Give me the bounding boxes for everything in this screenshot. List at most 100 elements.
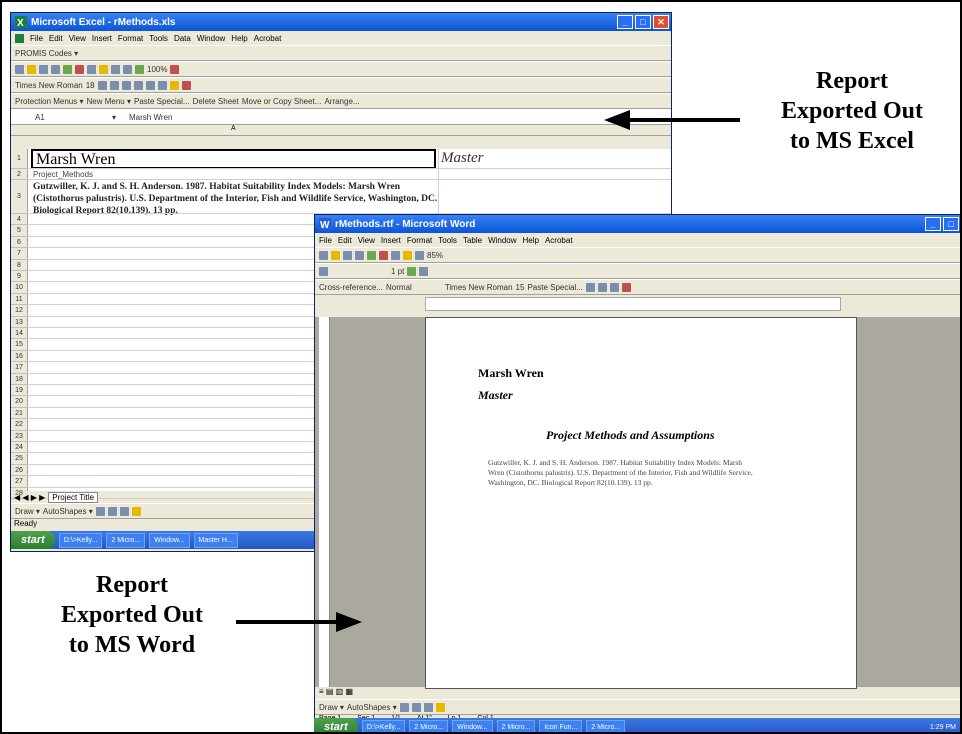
new-icon[interactable] bbox=[15, 64, 24, 74]
align-left-icon[interactable] bbox=[133, 80, 143, 90]
zoom-select[interactable]: 100% bbox=[147, 65, 167, 74]
undo-icon[interactable] bbox=[111, 64, 120, 74]
paste-special-button[interactable]: Paste Special... bbox=[527, 283, 583, 292]
taskbar-item[interactable]: Icon Fun... bbox=[539, 719, 583, 732]
row-header[interactable]: 12 bbox=[11, 305, 27, 317]
tab-scroll-icon[interactable]: ◀ ◀ ▶ ▶ bbox=[14, 493, 45, 502]
sheet-tab-project-title[interactable]: Project Title bbox=[48, 491, 99, 503]
cut-icon[interactable] bbox=[75, 64, 84, 74]
word-title-bar[interactable]: W rMethods.rtf - Microsoft Word _ □ bbox=[315, 215, 960, 233]
menu-edit[interactable]: Edit bbox=[49, 34, 63, 43]
menu-file[interactable]: File bbox=[319, 236, 332, 245]
taskbar-item[interactable]: 2 Micro... bbox=[496, 719, 536, 732]
row-header[interactable]: 27 bbox=[11, 476, 27, 488]
line-icon[interactable] bbox=[399, 702, 409, 712]
fill-icon[interactable] bbox=[131, 506, 141, 516]
line-weight-select[interactable]: 1 pt bbox=[391, 267, 404, 276]
doc-title[interactable]: Marsh Wren bbox=[478, 366, 544, 381]
menu-help[interactable]: Help bbox=[523, 236, 539, 245]
menu-data[interactable]: Data bbox=[174, 34, 191, 43]
menu-acrobat[interactable]: Acrobat bbox=[545, 236, 573, 245]
row-header[interactable]: 4 bbox=[11, 214, 27, 226]
row-header[interactable]: 19 bbox=[11, 385, 27, 397]
row-header[interactable]: 21 bbox=[11, 408, 27, 420]
open-icon[interactable] bbox=[331, 250, 340, 260]
arrow-icon[interactable] bbox=[107, 506, 117, 516]
row-header[interactable]: 1 bbox=[11, 149, 27, 169]
row-header[interactable]: 23 bbox=[11, 431, 27, 442]
formula-input[interactable]: Marsh Wren bbox=[129, 113, 172, 122]
excel-doc-icon[interactable] bbox=[15, 33, 24, 43]
row-header[interactable]: 25 bbox=[11, 453, 27, 465]
menu-view[interactable]: View bbox=[69, 34, 86, 43]
row-header[interactable]: 17 bbox=[11, 362, 27, 374]
border-icon[interactable] bbox=[419, 266, 429, 276]
row-header[interactable]: 11 bbox=[11, 294, 27, 306]
copy-icon[interactable] bbox=[391, 250, 400, 260]
taskbar-item[interactable]: Master H... bbox=[193, 532, 238, 548]
taskbar-item[interactable]: D:\>Kelly... bbox=[361, 719, 406, 732]
menu-insert[interactable]: Insert bbox=[92, 34, 112, 43]
horizontal-ruler[interactable] bbox=[425, 297, 841, 311]
autoshapes-menu[interactable]: AutoShapes ▾ bbox=[43, 507, 93, 516]
delete-sheet-button[interactable]: Delete Sheet bbox=[193, 97, 239, 106]
doc-heading[interactable]: Project Methods and Assumptions bbox=[546, 428, 715, 443]
taskbar-item[interactable]: 2 Micro... bbox=[106, 532, 146, 548]
font-size-select[interactable]: 18 bbox=[86, 81, 95, 90]
maximize-button[interactable]: □ bbox=[943, 217, 959, 231]
doc-citation[interactable]: Gutzwiller, K. J. and S. H. Anderson. 19… bbox=[488, 458, 758, 488]
fill-color-icon[interactable] bbox=[169, 80, 179, 90]
menu-format[interactable]: Format bbox=[118, 34, 143, 43]
minimize-button[interactable]: _ bbox=[925, 217, 941, 231]
row-header[interactable]: 20 bbox=[11, 396, 27, 408]
view-buttons[interactable]: ≡ ▤ ▥ ▦ bbox=[319, 687, 353, 696]
table-icon[interactable] bbox=[415, 250, 424, 260]
zoom-select[interactable]: 85% bbox=[427, 251, 443, 260]
paste-icon[interactable] bbox=[403, 250, 412, 260]
fill-icon[interactable] bbox=[435, 702, 445, 712]
row-header[interactable]: 26 bbox=[11, 465, 27, 477]
font-color-icon[interactable] bbox=[181, 80, 191, 90]
paste-special-button[interactable]: Paste Special... bbox=[134, 97, 190, 106]
rectangle-icon[interactable] bbox=[119, 506, 129, 516]
new-menu[interactable]: New Menu ▾ bbox=[87, 97, 131, 106]
new-icon[interactable] bbox=[319, 250, 328, 260]
font-name-select[interactable]: Times New Roman bbox=[445, 283, 513, 292]
formula-fx-icon[interactable]: ▾ bbox=[112, 113, 116, 122]
move-copy-sheet-button[interactable]: Move or Copy Sheet... bbox=[242, 97, 322, 106]
cell-b1[interactable]: Master bbox=[441, 150, 484, 167]
font-size-select[interactable]: 15 bbox=[516, 283, 525, 292]
row-header[interactable]: 24 bbox=[11, 442, 27, 454]
line-icon[interactable] bbox=[95, 506, 105, 516]
row-header[interactable]: 8 bbox=[11, 260, 27, 271]
row-header[interactable]: 22 bbox=[11, 419, 27, 431]
row-header[interactable]: 9 bbox=[11, 271, 27, 283]
style-select[interactable]: Normal bbox=[386, 283, 412, 292]
cell-a2[interactable]: Project_Methods bbox=[33, 170, 93, 179]
menu-file[interactable]: File bbox=[30, 34, 43, 43]
cell-a1[interactable]: Marsh Wren bbox=[31, 149, 436, 169]
spellcheck-icon[interactable] bbox=[63, 64, 72, 74]
cross-reference-button[interactable]: Cross-reference... bbox=[319, 283, 383, 292]
chart-wizard-icon[interactable] bbox=[135, 64, 144, 74]
row-header[interactable]: 16 bbox=[11, 351, 27, 363]
merge-center-icon[interactable] bbox=[157, 80, 167, 90]
autoshapes-menu[interactable]: AutoShapes ▾ bbox=[347, 703, 397, 712]
align-center-icon[interactable] bbox=[145, 80, 155, 90]
menu-view[interactable]: View bbox=[358, 236, 375, 245]
cut-icon[interactable] bbox=[379, 250, 388, 260]
name-box[interactable]: A1 bbox=[15, 113, 85, 122]
font-name-select[interactable]: Times New Roman bbox=[15, 81, 83, 90]
taskbar-item[interactable]: D:\>Kelly... bbox=[58, 532, 103, 548]
copy-icon[interactable] bbox=[87, 64, 96, 74]
promis-codes-menu[interactable]: PROMIS Codes ▾ bbox=[15, 49, 78, 58]
draw-menu[interactable]: Draw ▾ bbox=[319, 703, 344, 712]
menu-format[interactable]: Format bbox=[407, 236, 432, 245]
save-icon[interactable] bbox=[39, 64, 48, 74]
menu-tools[interactable]: Tools bbox=[149, 34, 168, 43]
menu-table[interactable]: Table bbox=[463, 236, 482, 245]
taskbar-item[interactable]: Window... bbox=[452, 719, 493, 732]
line-style-icon[interactable] bbox=[319, 266, 328, 276]
menu-edit[interactable]: Edit bbox=[338, 236, 352, 245]
taskbar-item[interactable]: Window... bbox=[149, 532, 190, 548]
